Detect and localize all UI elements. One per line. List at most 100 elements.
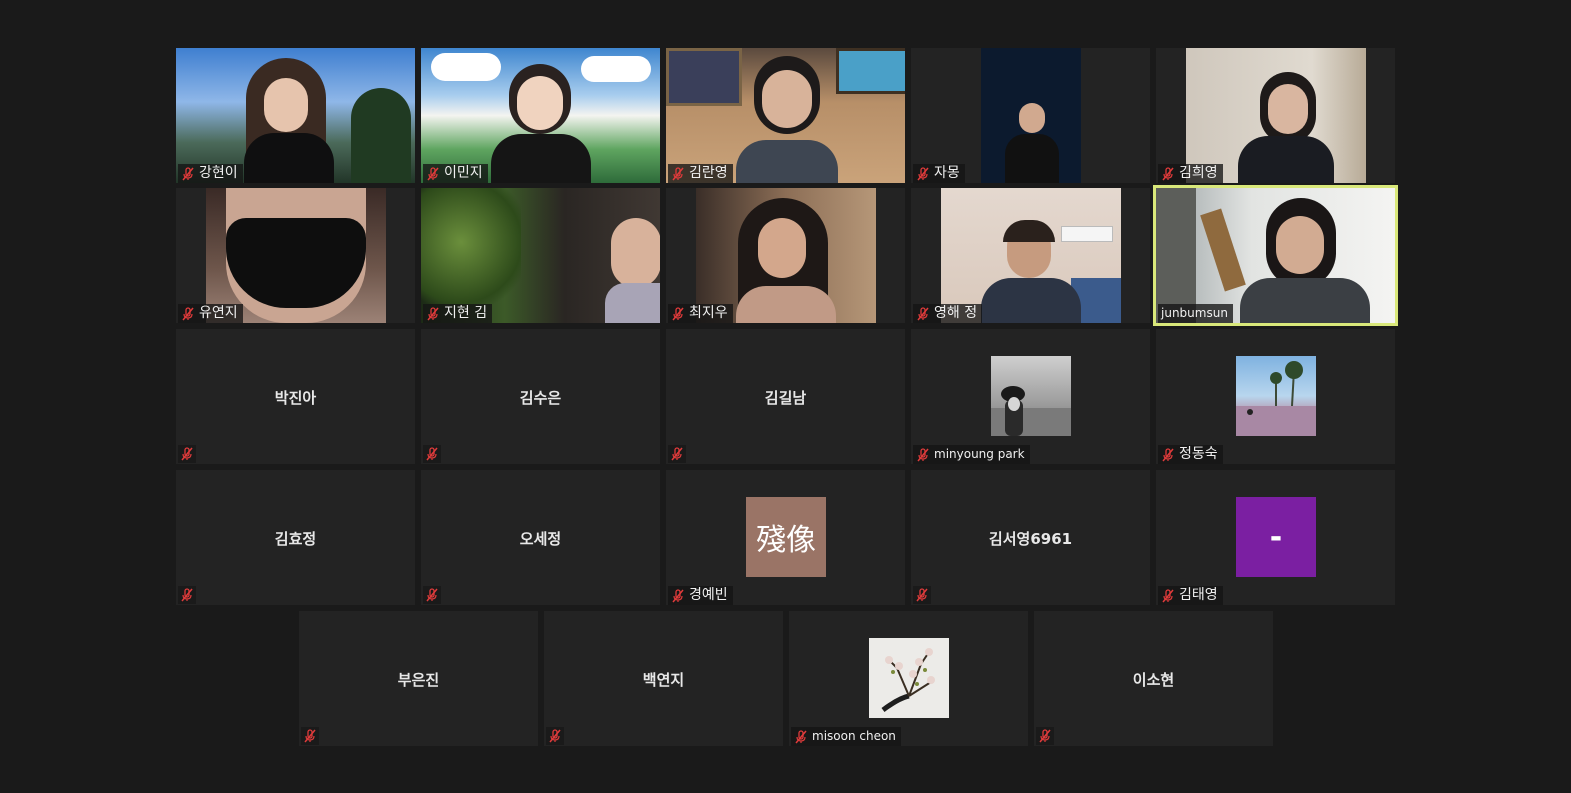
participant-name-tag: 영해 정	[913, 304, 983, 323]
mic-muted-icon	[916, 447, 930, 462]
text-avatar: -	[1236, 497, 1316, 577]
mic-muted-icon	[426, 306, 440, 321]
mic-muted-icon	[671, 166, 685, 181]
participant-name-tag: 김란영	[668, 164, 733, 183]
participant-display-name: 김효정	[274, 530, 317, 548]
participant-tile[interactable]: 부은진	[299, 611, 538, 746]
participant-name: 영해 정	[934, 305, 978, 321]
participant-name: 김희영	[1179, 165, 1218, 181]
participant-tile[interactable]: 이소현	[1034, 611, 1273, 746]
mic-muted-icon	[794, 729, 808, 744]
participant-tile[interactable]: 박진아	[176, 329, 415, 464]
participant-video	[421, 48, 660, 183]
participant-name: 유연지	[199, 305, 238, 321]
participant-display-name: 김수은	[519, 389, 562, 407]
participant-name: 강현이	[199, 165, 238, 181]
mic-muted-icon	[181, 166, 195, 181]
participant-tile[interactable]: 영해 정	[911, 188, 1150, 323]
participant-display-name: 이소현	[1132, 671, 1175, 689]
participant-name-tag: 지현 김	[423, 304, 493, 323]
participant-name: 지현 김	[444, 305, 488, 321]
participant-tile-active-speaker[interactable]: junbumsun	[1153, 185, 1398, 326]
participant-name-tag: 정동숙	[1158, 445, 1223, 464]
gallery-row-1: 강현이 이민지 김란영 자몽 김희영	[176, 48, 1395, 183]
participant-name-tag	[178, 586, 196, 604]
gallery-row-5: 부은진 백연지 misoon cheon 이소현	[299, 611, 1273, 746]
participant-tile[interactable]: 강현이	[176, 48, 415, 183]
participant-display-name: 김길남	[764, 389, 807, 407]
mic-muted-icon	[671, 306, 685, 321]
mic-muted-icon	[303, 729, 317, 743]
participant-name-tag: 자몽	[913, 164, 965, 183]
participant-display-name: 김서영6961	[988, 530, 1073, 548]
participant-video	[981, 48, 1081, 183]
participant-tile[interactable]: - 김태영	[1156, 470, 1395, 605]
participant-tile[interactable]: 유연지	[176, 188, 415, 323]
participant-tile[interactable]: 자몽	[911, 48, 1150, 183]
participant-name: misoon cheon	[812, 729, 896, 743]
participant-tile[interactable]: 김희영	[1156, 48, 1395, 183]
participant-tile[interactable]: 오세정	[421, 470, 660, 605]
participant-video	[176, 48, 415, 183]
participant-tile[interactable]: 정동숙	[1156, 329, 1395, 464]
participant-name-tag: 이민지	[423, 164, 488, 183]
participant-name-tag	[178, 445, 196, 463]
participant-tile[interactable]: 김효정	[176, 470, 415, 605]
participant-tile[interactable]: minyoung park	[911, 329, 1150, 464]
participant-name: 경예빈	[689, 587, 728, 603]
avatar-text: 殘像	[756, 523, 816, 558]
participant-name-tag: 최지우	[668, 304, 733, 323]
participant-tile[interactable]: 殘像 경예빈	[666, 470, 905, 605]
participant-name: 김태영	[1179, 587, 1218, 603]
participant-tile[interactable]: 김서영6961	[911, 470, 1150, 605]
participant-name-tag	[913, 586, 931, 604]
participant-tile[interactable]: 김수은	[421, 329, 660, 464]
mic-muted-icon	[1038, 729, 1052, 743]
mic-muted-icon	[916, 306, 930, 321]
participant-video	[421, 188, 660, 323]
mic-muted-icon	[548, 729, 562, 743]
participant-video	[941, 188, 1121, 323]
participant-video	[1186, 48, 1366, 183]
participant-tile[interactable]: 지현 김	[421, 188, 660, 323]
mic-muted-icon	[670, 447, 684, 461]
participant-tile[interactable]: 이민지	[421, 48, 660, 183]
avatar-text: -	[1269, 519, 1283, 555]
participant-name-tag	[301, 727, 319, 745]
participant-name-tag	[423, 586, 441, 604]
participant-name-tag	[546, 727, 564, 745]
participant-display-name: 백연지	[642, 671, 685, 689]
photo-landscape-icon	[1236, 356, 1316, 436]
participant-name: 최지우	[689, 305, 728, 321]
mic-muted-icon	[180, 447, 194, 461]
participant-tile[interactable]: 백연지	[544, 611, 783, 746]
participant-display-name: 오세정	[519, 530, 562, 548]
participant-tile[interactable]: misoon cheon	[789, 611, 1028, 746]
text-avatar: 殘像	[746, 497, 826, 577]
participant-name-tag: 김희영	[1158, 164, 1223, 183]
participant-name: 이민지	[444, 165, 483, 181]
participant-name-tag: minyoung park	[913, 445, 1030, 464]
participant-name: 김란영	[689, 165, 728, 181]
mic-muted-icon	[425, 447, 439, 461]
photo-portrait-icon	[991, 356, 1071, 436]
participant-video	[206, 188, 386, 323]
participant-tile[interactable]: 김란영	[666, 48, 905, 183]
participant-name-tag: misoon cheon	[791, 727, 901, 746]
mic-muted-icon	[426, 166, 440, 181]
participant-display-name: 박진아	[274, 389, 317, 407]
participant-tile[interactable]: 최지우	[666, 188, 905, 323]
mic-muted-icon	[180, 588, 194, 602]
participant-name: minyoung park	[934, 447, 1025, 461]
gallery-row-4: 김효정 오세정 殘像 경예빈 김서영6961 - 김태영	[176, 470, 1395, 605]
gallery-view: 강현이 이민지 김란영 자몽 김희영 유연지 지현 김 최지우 영해 정 jun…	[0, 0, 1571, 793]
participant-name-tag	[423, 445, 441, 463]
participant-video	[1156, 188, 1395, 323]
participant-name-tag: 강현이	[178, 164, 243, 183]
participant-tile[interactable]: 김길남	[666, 329, 905, 464]
participant-name-tag	[1036, 727, 1054, 745]
mic-muted-icon	[181, 306, 195, 321]
mic-muted-icon	[1161, 588, 1175, 603]
participant-name: 정동숙	[1179, 446, 1218, 462]
participant-name-tag	[668, 445, 686, 463]
